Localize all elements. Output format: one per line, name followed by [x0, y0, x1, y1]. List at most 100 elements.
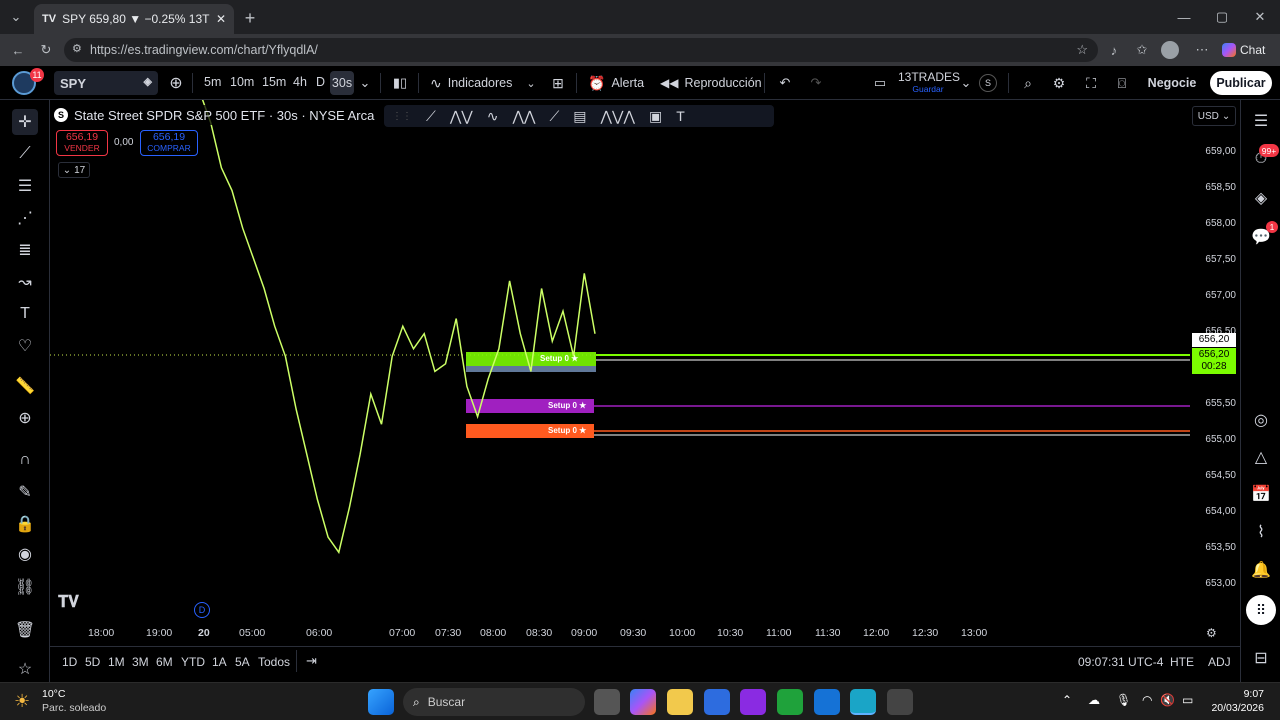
undo-icon[interactable]: ↶ [775, 73, 795, 93]
pencil-lock-icon[interactable]: ✎ [12, 479, 38, 505]
zoom-in-icon[interactable]: ⊕ [12, 405, 38, 431]
lock-icon[interactable]: 🔒 [12, 511, 38, 537]
text-annotation-icon[interactable]: T [676, 108, 685, 124]
instagram-icon[interactable] [740, 689, 766, 715]
replay-button[interactable]: ◀◀ Reproducción [660, 72, 762, 94]
range-5d[interactable]: 5D [85, 655, 100, 669]
task-view-icon[interactable] [594, 689, 620, 715]
heart-icon[interactable]: ♡ [12, 333, 38, 359]
maximize-icon[interactable]: ▢ [1212, 8, 1232, 26]
publish-button[interactable]: Publicar [1210, 71, 1272, 95]
target-icon[interactable]: ◎ [1248, 407, 1274, 433]
favorite-star-icon[interactable]: ☆ [1076, 42, 1088, 58]
fullscreen-icon[interactable]: ⛶ [1081, 73, 1101, 93]
new-tab-icon[interactable]: + [240, 8, 260, 28]
interval-15m[interactable]: 15m [262, 75, 286, 89]
app-icon[interactable] [887, 689, 913, 715]
buy-button[interactable]: 656,19 COMPRAR [140, 130, 198, 156]
microphone-icon[interactable]: 🎙 [1116, 693, 1131, 707]
line-tool-icon[interactable]: ⟋ [426, 108, 436, 125]
weather-temp[interactable]: 10°C [42, 688, 65, 700]
add-symbol-icon[interactable]: ⊕ [166, 73, 186, 93]
onedrive-cloud-icon[interactable]: ☁ [1088, 693, 1100, 707]
taskbar-clock-time[interactable]: 9:07 [1214, 688, 1264, 700]
alert-button[interactable]: ⏰ Alerta [588, 72, 648, 94]
axis-settings-gear-icon[interactable]: ⚙ [1206, 626, 1217, 640]
horizontal-lines-icon[interactable]: ☰ [12, 173, 38, 199]
camera-snapshot-icon[interactable]: ⌼ [1112, 73, 1132, 93]
layout-select-icon[interactable]: ▭ [870, 73, 890, 93]
edge-browser-icon[interactable] [850, 689, 876, 715]
copilot-chat-button[interactable]: Chat [1222, 40, 1280, 60]
ideas-stream-icon[interactable]: △ [1248, 444, 1274, 470]
fib-retracement-icon[interactable]: ≣ [12, 237, 38, 263]
weather-sun-icon[interactable]: ☀ [14, 691, 30, 712]
interval-dropdown-icon[interactable]: ⌄ [358, 74, 372, 92]
minimize-icon[interactable]: — [1174, 8, 1194, 26]
range-todos[interactable]: Todos [258, 655, 290, 669]
currency-selector[interactable]: USD ⌄ [1192, 106, 1236, 126]
candle-type-icon[interactable]: ▮▯ [390, 73, 410, 93]
redo-icon[interactable]: ↷ [806, 73, 826, 93]
interval-30s-active[interactable]: 30s [330, 71, 354, 95]
profile-avatar[interactable] [1161, 41, 1179, 59]
magnet-icon[interactable]: ∩ [12, 447, 38, 473]
chart-pane[interactable]: Setup 0 ★ Setup 0 ★ Setup 0 ★ S State St… [50, 100, 1240, 645]
watchlist-icon[interactable]: ☰ [1248, 108, 1274, 134]
indicators-button[interactable]: ∿ Indicadores ⌄ [430, 72, 540, 94]
session-toggle[interactable]: HTE [1170, 655, 1194, 669]
apps-grid-icon[interactable]: ⠿ [1246, 595, 1276, 625]
layout-name-button[interactable]: 13TRADES Guardar [898, 70, 960, 98]
range-3m[interactable]: 3M [132, 655, 149, 669]
chart-legend[interactable]: S State Street SPDR S&P 500 ETF · 30s · … [54, 105, 381, 125]
drag-handle-icon[interactable]: ⋮⋮ [392, 111, 412, 122]
show-hidden-icons-chevron[interactable]: ⌃ [1062, 693, 1072, 707]
indicators-collapse-toggle[interactable]: ⌄ 17 [58, 162, 90, 178]
browser-tab[interactable]: TV SPY 659,80 ▼ −0.25% 13TRADES ✕ [34, 4, 234, 34]
volume-muted-icon[interactable]: 🔇 [1160, 693, 1175, 707]
sell-button[interactable]: 656,19 VENDER [56, 130, 108, 156]
range-6m[interactable]: 6M [156, 655, 173, 669]
brush-tool-icon[interactable]: ⟋ [549, 108, 559, 125]
eye-icon[interactable]: ◉ [12, 541, 38, 567]
close-tab-icon[interactable]: ✕ [216, 12, 226, 26]
image-tool-icon[interactable]: ▣ [649, 108, 662, 125]
settings-gear-icon[interactable]: ⚙ [1049, 73, 1069, 93]
more-menu-icon[interactable]: ⋯ [1192, 40, 1212, 60]
trash-icon[interactable]: 🗑 [12, 617, 38, 643]
back-icon[interactable]: ← [8, 40, 28, 60]
range-1d[interactable]: 1D [62, 655, 77, 669]
adj-toggle[interactable]: ADJ [1208, 655, 1231, 669]
interval-4h[interactable]: 4h [293, 75, 307, 89]
tab-list-chevron-icon[interactable]: ⌄ [6, 7, 26, 27]
interval-10m[interactable]: 10m [230, 75, 254, 89]
text-tool-icon[interactable]: T [12, 301, 38, 327]
store-icon[interactable] [704, 689, 730, 715]
xbox-icon[interactable] [777, 689, 803, 715]
battery-icon[interactable]: ▭ [1182, 693, 1193, 707]
pitchfork-icon[interactable]: ⋰ [12, 205, 38, 231]
read-aloud-icon[interactable]: ♪ [1104, 40, 1124, 60]
channel-tool-icon[interactable]: ▤ [573, 108, 586, 125]
quick-search-icon[interactable]: ⌕ [1018, 73, 1038, 93]
date-range-calendar-icon[interactable]: ⇥ [306, 653, 317, 669]
range-1m[interactable]: 1M [108, 655, 125, 669]
close-window-icon[interactable]: ✕ [1250, 8, 1270, 26]
copilot-app-icon[interactable] [630, 689, 656, 715]
link-icon[interactable]: ⛓ [12, 574, 38, 600]
file-explorer-icon[interactable] [667, 689, 693, 715]
notifications-bell-icon[interactable]: 🔔 [1248, 557, 1274, 583]
templates-grid-icon[interactable]: ⊞ [548, 73, 568, 93]
patterns-icon[interactable]: ↝ [12, 269, 38, 295]
interval-5m[interactable]: 5m [204, 75, 221, 89]
object-tree-layers-icon[interactable]: ◈ [1248, 185, 1274, 211]
elliott-wave-icon[interactable]: ⋀⋀ [513, 108, 536, 125]
polyline-tool-icon[interactable]: ⋀⋁ [450, 108, 473, 125]
layout-sync-badge[interactable]: S [979, 74, 997, 92]
range-ytd[interactable]: YTD [181, 655, 205, 669]
interval-d[interactable]: D [316, 75, 325, 89]
favorites-icon[interactable]: ✩ [1132, 40, 1152, 60]
range-5a[interactable]: 5A [235, 655, 250, 669]
crosshair-icon[interactable]: ✛ [12, 109, 38, 135]
path-tool-icon[interactable]: ∿ [487, 108, 499, 125]
